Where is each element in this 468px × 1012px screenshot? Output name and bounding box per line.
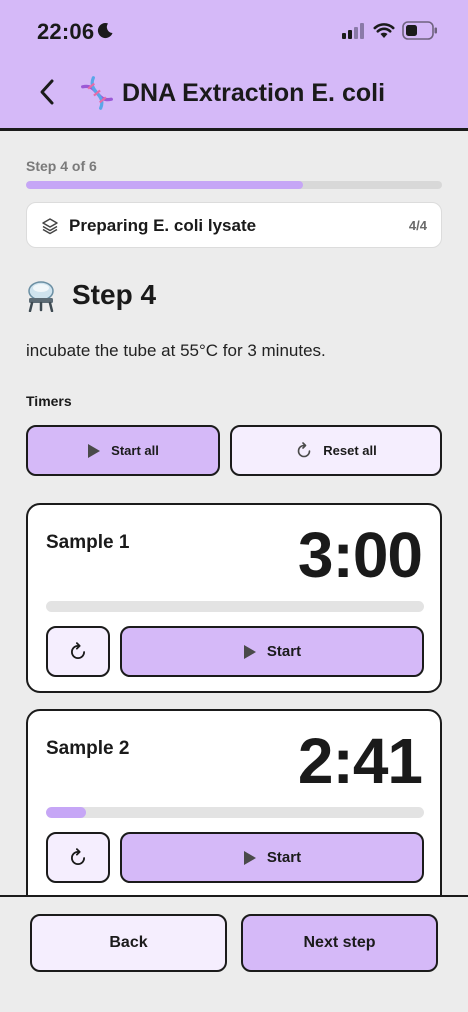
play-icon — [243, 644, 256, 659]
dna-icon — [81, 76, 113, 110]
timer-start-button[interactable]: Start — [120, 626, 424, 677]
timers-label: Timers — [26, 393, 72, 409]
sample-name: Sample 2 — [46, 738, 130, 759]
sample-name: Sample 1 — [46, 532, 130, 553]
footer-nav: Back Next step — [0, 895, 468, 1012]
timer-start-label: Start — [266, 643, 302, 660]
signal-icon — [342, 23, 364, 39]
battery-icon — [402, 21, 437, 40]
next-step-label: Next step — [303, 934, 376, 951]
step-heading: Step 4 — [72, 279, 157, 310]
timer-start-button[interactable]: Start — [120, 832, 424, 883]
wifi-icon — [373, 23, 395, 38]
timer-display: 2:41 — [297, 725, 423, 797]
reset-icon — [71, 641, 85, 659]
section-label: Preparing E. coli lysate — [69, 216, 257, 235]
timer-card: Sample 1 3:00 Start — [26, 503, 442, 693]
status-bar: 22:06 — [0, 0, 468, 60]
reset-icon — [71, 847, 85, 865]
timer-progress-bar — [46, 601, 424, 612]
timer-reset-button[interactable] — [46, 626, 110, 677]
next-step-button[interactable]: Next step — [241, 914, 438, 972]
timer-display: 3:00 — [297, 519, 423, 591]
back-button[interactable]: Back — [30, 914, 227, 972]
timer-reset-button[interactable] — [46, 832, 110, 883]
step-progress-bar — [26, 181, 442, 189]
step-counter: Step 4 of 6 — [26, 158, 97, 174]
page-title: DNA Extraction E. coli — [122, 79, 386, 107]
status-time: 22:06 — [37, 19, 95, 44]
lab-apparatus-icon — [28, 281, 54, 312]
step-instruction: incubate the tube at 55°C for 3 minutes. — [26, 341, 326, 360]
timer-card: Sample 2 2:41 Start — [26, 709, 442, 909]
section-count: 4/4 — [408, 218, 427, 233]
back-chevron-icon[interactable] — [38, 78, 58, 106]
back-label: Back — [109, 934, 148, 951]
step-progress-fill — [26, 181, 304, 189]
layers-icon — [42, 218, 58, 235]
moon-icon — [97, 23, 113, 39]
start-all-label: Start all — [111, 443, 159, 458]
reset-all-label: Reset all — [323, 443, 377, 458]
timer-start-label: Start — [266, 849, 302, 866]
app-header: 22:06 DNA Extraction E. coli — [0, 0, 468, 131]
start-all-button[interactable]: Start all — [26, 425, 220, 476]
timer-progress-fill — [46, 807, 86, 818]
section-selector[interactable]: Preparing E. coli lysate 4/4 — [26, 202, 442, 248]
play-icon — [243, 850, 256, 865]
reset-icon — [297, 441, 311, 457]
play-icon — [88, 443, 101, 458]
reset-all-button[interactable]: Reset all — [230, 425, 442, 476]
timer-progress-bar — [46, 807, 424, 818]
